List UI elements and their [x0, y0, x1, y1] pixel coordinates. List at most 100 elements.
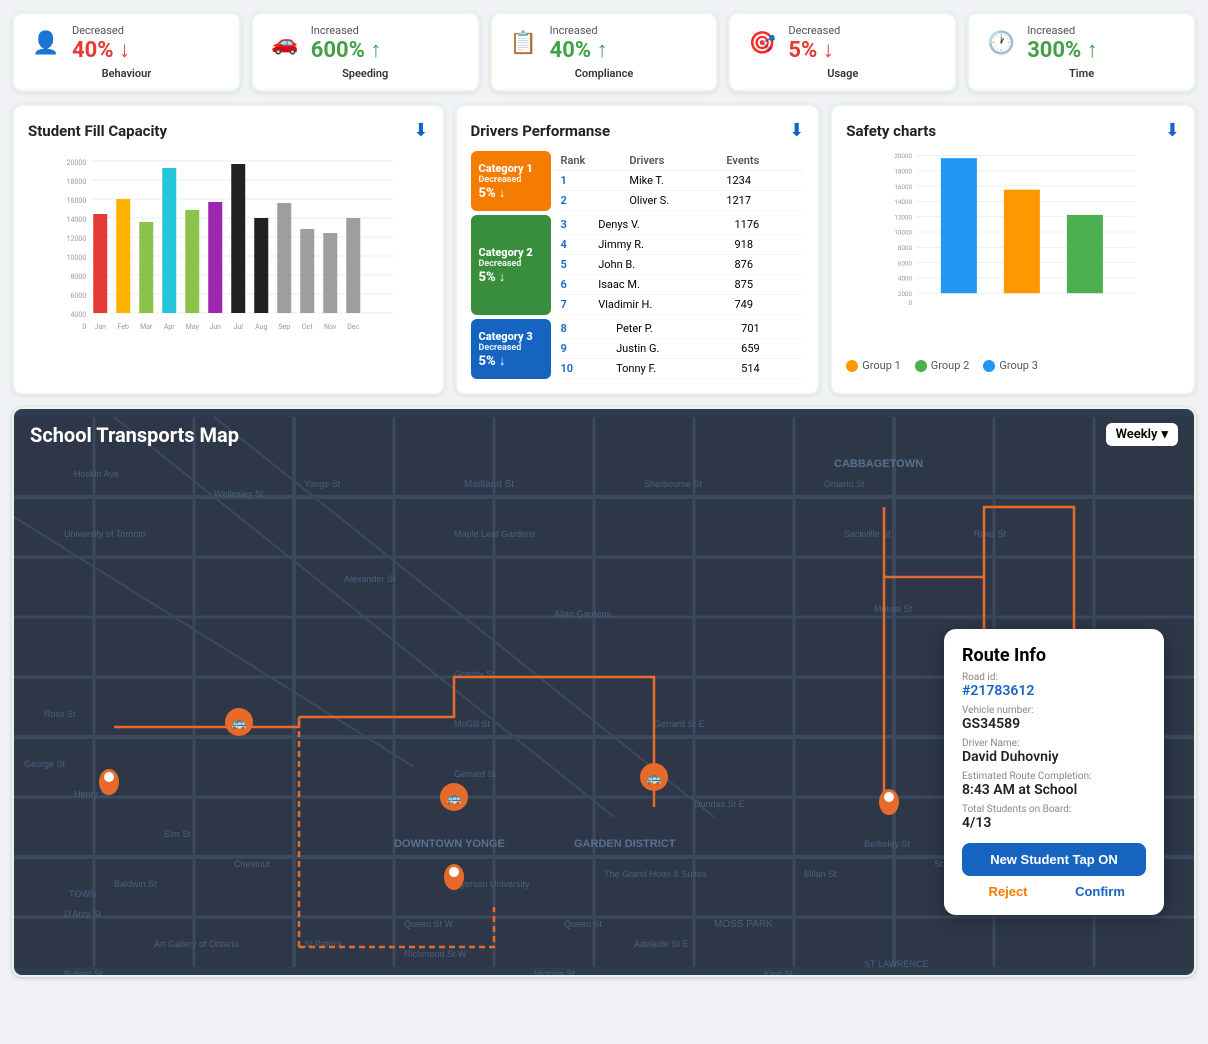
kpi-card-behaviour: 👤 Decreased 40% ↓ Behaviour	[12, 12, 241, 92]
category-3-label: Category 3 Decreased 5% ↓	[471, 319, 551, 379]
svg-text:Apr: Apr	[164, 323, 175, 331]
safety-card: Safety charts ⬇ 20000 18000 16000 14	[830, 104, 1196, 395]
svg-text:14000: 14000	[895, 198, 913, 206]
rank-cell: 7	[555, 295, 593, 315]
svg-text:Dundas St E: Dundas St E	[694, 799, 745, 809]
category-2-label: Category 2 Decreased 5% ↓	[471, 215, 551, 315]
table-row: 5John B.876	[555, 255, 805, 275]
weekly-label: Weekly	[1116, 427, 1158, 442]
drivers-card: Drivers Performanse ⬇ Category 1 Decreas…	[455, 104, 821, 395]
kpi-card-time: 🕐 Increased 300% ↑ Time	[967, 12, 1196, 92]
svg-text:Oct: Oct	[302, 323, 313, 331]
svg-text:8000: 8000	[71, 273, 87, 281]
driver-cell: Isaac M.	[592, 275, 728, 295]
usage-arrow: ↓	[823, 38, 834, 63]
usage-status: Decreased	[788, 24, 840, 37]
speeding-icon: 🚗	[267, 26, 303, 62]
map-weekly-selector[interactable]: Weekly ▾	[1106, 423, 1178, 446]
legend-dot-group2	[915, 360, 927, 372]
svg-text:18000: 18000	[67, 178, 87, 186]
table-row: 3Denys V.1176	[555, 215, 805, 235]
table-row: 8Peter P.701	[555, 319, 805, 339]
time-icon: 🕐	[983, 26, 1019, 62]
events-cell: 749	[728, 295, 804, 315]
svg-text:Queen St: Queen St	[564, 919, 603, 929]
svg-text:Dec: Dec	[347, 323, 359, 331]
rank-cell: 5	[555, 255, 593, 275]
svg-text:18000: 18000	[895, 168, 913, 176]
svg-text:Queen St W: Queen St W	[404, 919, 454, 929]
vehicle-label: Vehicle number:	[962, 705, 1146, 716]
svg-text:MOSS PARK: MOSS PARK	[714, 919, 773, 930]
behaviour-arrow: ↓	[119, 38, 130, 63]
time-status: Increased	[1027, 24, 1098, 37]
svg-text:TOWN: TOWN	[69, 889, 96, 899]
driver-cell: Jimmy R.	[592, 235, 728, 255]
driver-label: Driver Name:	[962, 738, 1146, 749]
new-student-tap-button[interactable]: New Student Tap ON	[962, 843, 1146, 876]
svg-text:DOWNTOWN YONGE: DOWNTOWN YONGE	[394, 838, 505, 850]
svg-text:Mutual St: Mutual St	[874, 604, 913, 614]
svg-text:🚌: 🚌	[447, 791, 462, 805]
events-cell: 1217	[720, 191, 804, 211]
category-1-label: Category 1 Decreased 5% ↓	[471, 151, 551, 211]
compliance-info: Increased 40% ↑	[550, 24, 608, 63]
svg-text:George St: George St	[24, 759, 66, 769]
driver-cell: Denys V.	[592, 215, 728, 235]
rank-cell: 8	[555, 319, 611, 339]
usage-label: Usage	[827, 67, 858, 80]
category-2-row: Category 2 Decreased 5% ↓ 3Denys V.11764…	[471, 215, 805, 315]
svg-text:Baldwin St: Baldwin St	[114, 879, 157, 889]
svg-text:14000: 14000	[67, 216, 87, 224]
svg-text:6000: 6000	[898, 259, 913, 267]
svg-text:McGill St: McGill St	[454, 719, 490, 729]
student-fill-download-icon[interactable]: ⬇	[413, 120, 428, 141]
svg-text:May: May	[186, 323, 200, 331]
reject-button[interactable]: Reject	[962, 884, 1054, 899]
speeding-status: Increased	[311, 24, 382, 37]
svg-text:The Grand Hotel & Suites: The Grand Hotel & Suites	[604, 869, 707, 879]
road-id-value[interactable]: #21783612	[962, 683, 1146, 699]
compliance-icon: 📋	[506, 26, 542, 62]
svg-text:Art Gallery of Ontario: Art Gallery of Ontario	[154, 939, 239, 949]
drivers-download-icon[interactable]: ⬇	[789, 120, 804, 141]
map-card: School Transports Map Weekly ▾	[12, 407, 1196, 977]
svg-text:Chestnut: Chestnut	[234, 859, 271, 869]
category-1-table: Rank Drivers Events 1Mike T.12342Oliver …	[555, 151, 805, 211]
events-cell: 1234	[720, 171, 804, 191]
svg-text:ST LAWRENCE: ST LAWRENCE	[864, 959, 929, 969]
legend-dot-group1	[846, 360, 858, 372]
svg-text:Aug: Aug	[255, 323, 267, 331]
svg-text:Gerrard St E: Gerrard St E	[654, 719, 705, 729]
weekly-chevron-icon: ▾	[1161, 427, 1168, 442]
compliance-label: Compliance	[575, 67, 634, 80]
drivers-title: Drivers Performanse	[471, 122, 611, 140]
driver-cell: Oliver S.	[623, 191, 720, 211]
rank-cell: 3	[555, 215, 593, 235]
safety-download-icon[interactable]: ⬇	[1165, 120, 1180, 141]
eta-label: Estimated Route Completion:	[962, 771, 1146, 782]
svg-text:Elm St: Elm St	[164, 829, 191, 839]
svg-text:Allan Gardens: Allan Gardens	[554, 609, 612, 619]
svg-text:20000: 20000	[895, 152, 913, 160]
confirm-button[interactable]: Confirm	[1054, 884, 1146, 899]
svg-text:4000: 4000	[71, 311, 87, 319]
behaviour-icon: 👤	[28, 26, 64, 62]
svg-text:Jan: Jan	[94, 323, 106, 331]
col-events: Events	[720, 151, 804, 171]
svg-text:8000: 8000	[898, 244, 913, 252]
svg-text:Sherbourne St: Sherbourne St	[644, 479, 703, 489]
events-cell: 876	[728, 255, 804, 275]
col-drivers: Drivers	[623, 151, 720, 171]
safety-svg: 20000 18000 16000 14000 12000 10000 8000…	[846, 151, 1180, 331]
svg-text:16000: 16000	[67, 197, 87, 205]
svg-text:Maitland St: Maitland St	[464, 479, 514, 490]
speeding-arrow: ↑	[370, 38, 381, 63]
svg-text:0: 0	[909, 299, 913, 307]
behaviour-label: Behaviour	[102, 67, 152, 80]
svg-text:Milan St: Milan St	[804, 869, 837, 879]
svg-text:Wellesley St: Wellesley St	[214, 489, 264, 499]
svg-text:Yonge St: Yonge St	[304, 479, 341, 489]
svg-text:2000: 2000	[898, 290, 913, 298]
svg-text:20000: 20000	[67, 159, 87, 167]
